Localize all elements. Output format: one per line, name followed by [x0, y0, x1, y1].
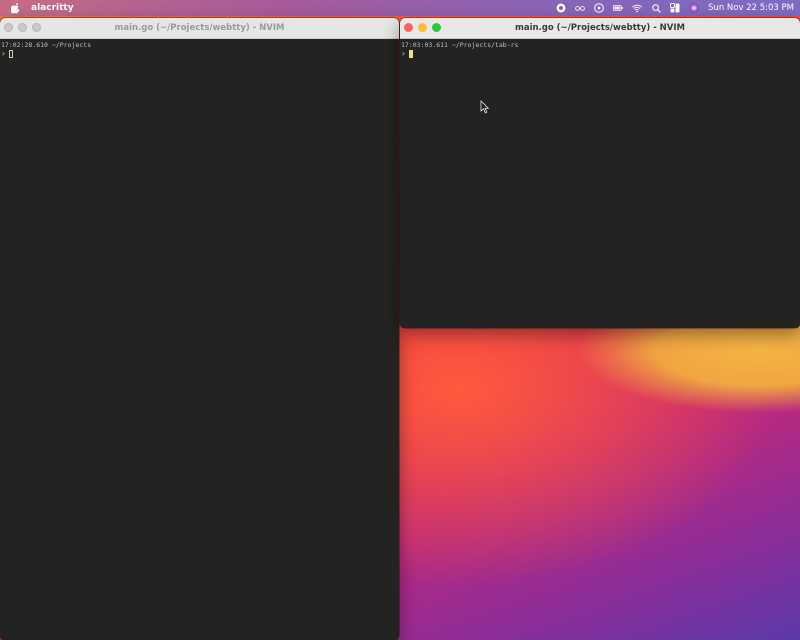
menu-bar-clock[interactable]: Sun Nov 22 5:03 PM — [708, 3, 794, 13]
zoom-button[interactable] — [432, 23, 441, 32]
apple-icon[interactable] — [10, 2, 21, 14]
menu-bar-extras: Sun Nov 22 5:03 PM — [556, 0, 794, 16]
text-cursor — [408, 50, 413, 58]
record-icon[interactable] — [556, 3, 566, 13]
minimize-button[interactable] — [418, 23, 427, 32]
glasses-icon[interactable] — [575, 3, 585, 13]
play-icon[interactable] — [594, 3, 604, 13]
siri-icon[interactable] — [689, 3, 699, 13]
battery-icon[interactable] — [613, 3, 623, 13]
text-cursor — [8, 50, 13, 58]
mouse-pointer-icon — [480, 100, 490, 114]
window-title: main.go (~/Projects/webtty) - NVIM — [515, 23, 685, 33]
terminal-prompt: › — [0, 49, 399, 59]
close-button[interactable] — [4, 23, 13, 32]
terminal-content[interactable]: 17:03:03.611 ~/Projects/tab-rs › — [400, 39, 800, 59]
terminal-status-line: 17:02:28.610 ~/Projects — [1, 41, 92, 49]
prompt-arrow: › — [401, 49, 406, 58]
terminal-content[interactable]: 17:02:28.610 ~/Projects › — [0, 39, 399, 59]
window-titlebar[interactable]: main.go (~/Projects/webtty) - NVIM — [0, 18, 399, 39]
window-controls — [404, 23, 441, 32]
spotlight-search-icon[interactable] — [651, 3, 661, 13]
close-button[interactable] — [404, 23, 413, 32]
active-app-name[interactable]: alacritty — [31, 3, 74, 13]
window-title: main.go (~/Projects/webtty) - NVIM — [114, 23, 285, 33]
terminal-status-line: 17:03:03.611 ~/Projects/tab-rs — [401, 41, 519, 49]
window-titlebar[interactable]: main.go (~/Projects/webtty) - NVIM — [400, 18, 800, 39]
wifi-icon[interactable] — [632, 3, 642, 13]
minimize-button[interactable] — [18, 23, 27, 32]
terminal-prompt: › — [400, 49, 800, 59]
control-center-icon[interactable] — [670, 3, 680, 13]
window-controls — [4, 23, 41, 32]
zoom-button[interactable] — [32, 23, 41, 32]
terminal-window-right[interactable]: main.go (~/Projects/webtty) - NVIM 17:03… — [400, 18, 800, 328]
prompt-arrow: › — [1, 49, 6, 58]
terminal-window-left[interactable]: main.go (~/Projects/webtty) - NVIM 17:02… — [0, 18, 399, 640]
menu-bar: alacritty Sun Nov 22 5:03 PM — [0, 0, 800, 16]
